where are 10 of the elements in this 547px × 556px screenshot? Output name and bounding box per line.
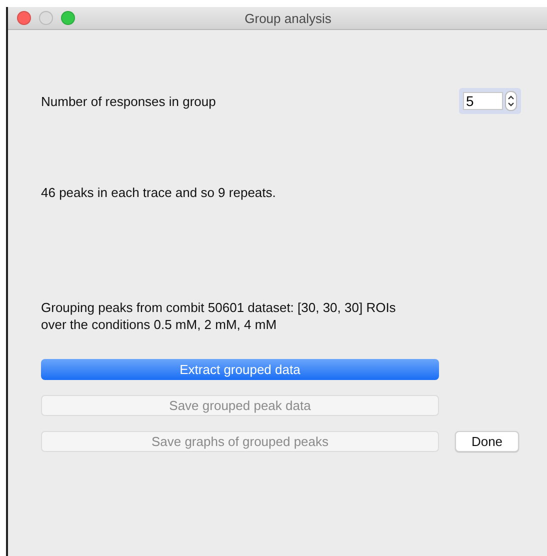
action-button[interactable]: Extract grouped data [41, 359, 439, 380]
close-button[interactable] [17, 11, 31, 25]
zoom-button[interactable] [61, 11, 75, 25]
responses-label: Number of responses in group [41, 94, 216, 108]
responses-spinbox[interactable]: 5 [459, 88, 521, 114]
peaks-info: 46 peaks in each trace and so 9 repeats. [41, 184, 277, 201]
grouping-info: Grouping peaks from combit 50601 dataset: [30, 30, 30] ROIs over the conditions 0.5 mM, 2 mM, 4 mM [41, 299, 397, 333]
stepper-icon[interactable] [505, 91, 517, 111]
done-button[interactable]: Done [455, 431, 519, 452]
window-title: Group analysis [244, 10, 332, 26]
